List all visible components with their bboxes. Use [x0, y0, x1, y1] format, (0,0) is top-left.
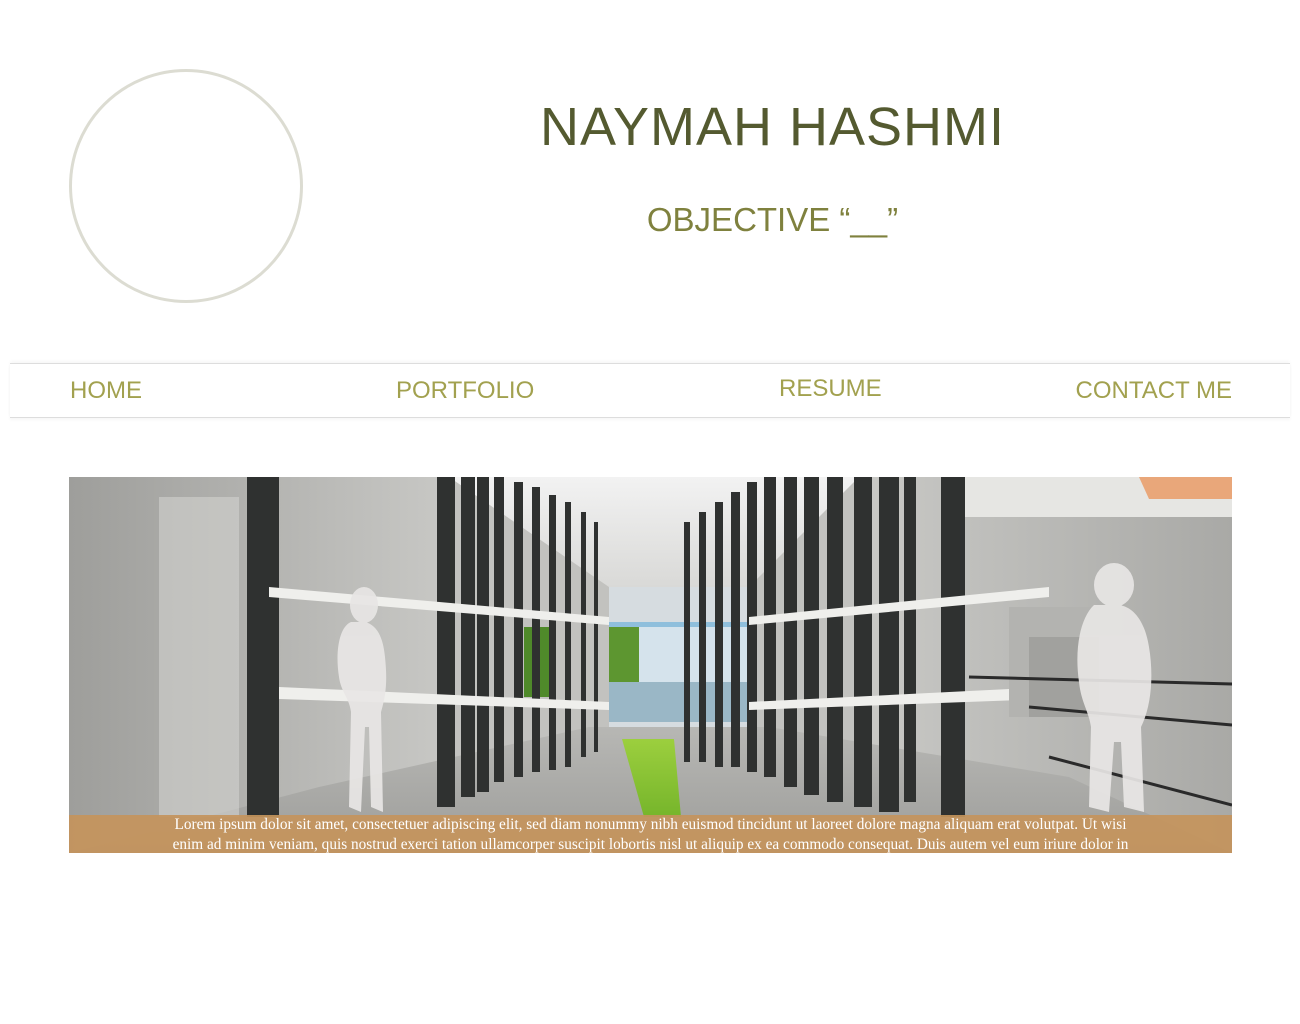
nav-item-home[interactable]: HOME — [70, 376, 142, 406]
caption-line-1: Lorem ipsum dolor sit amet, consectetuer… — [174, 816, 1127, 833]
page-title: NAYMAH HASHMI — [539, 97, 1006, 157]
main-navigation: HOME PORTFOLIO RESUME CONTACT ME — [10, 363, 1290, 418]
hero-image: Lorem ipsum dolor sit amet, consectetuer… — [69, 477, 1232, 853]
nav-item-resume[interactable]: RESUME — [779, 374, 882, 404]
nav-item-contact-me[interactable]: CONTACT ME — [1076, 376, 1232, 406]
profile-photo-placeholder — [69, 69, 303, 303]
caption-line-2: enim ad minim veniam, quis nostrud exerc… — [172, 836, 1129, 853]
objective-text: OBJECTIVE “__” — [646, 201, 899, 238]
image-caption: Lorem ipsum dolor sit amet, consectetuer… — [69, 815, 1232, 853]
architectural-rendering-image — [69, 477, 1232, 853]
page: NAYMAH HASHMI OBJECTIVE “__” HOME PORTFO… — [0, 0, 1300, 1024]
nav-item-portfolio[interactable]: PORTFOLIO — [396, 376, 534, 406]
